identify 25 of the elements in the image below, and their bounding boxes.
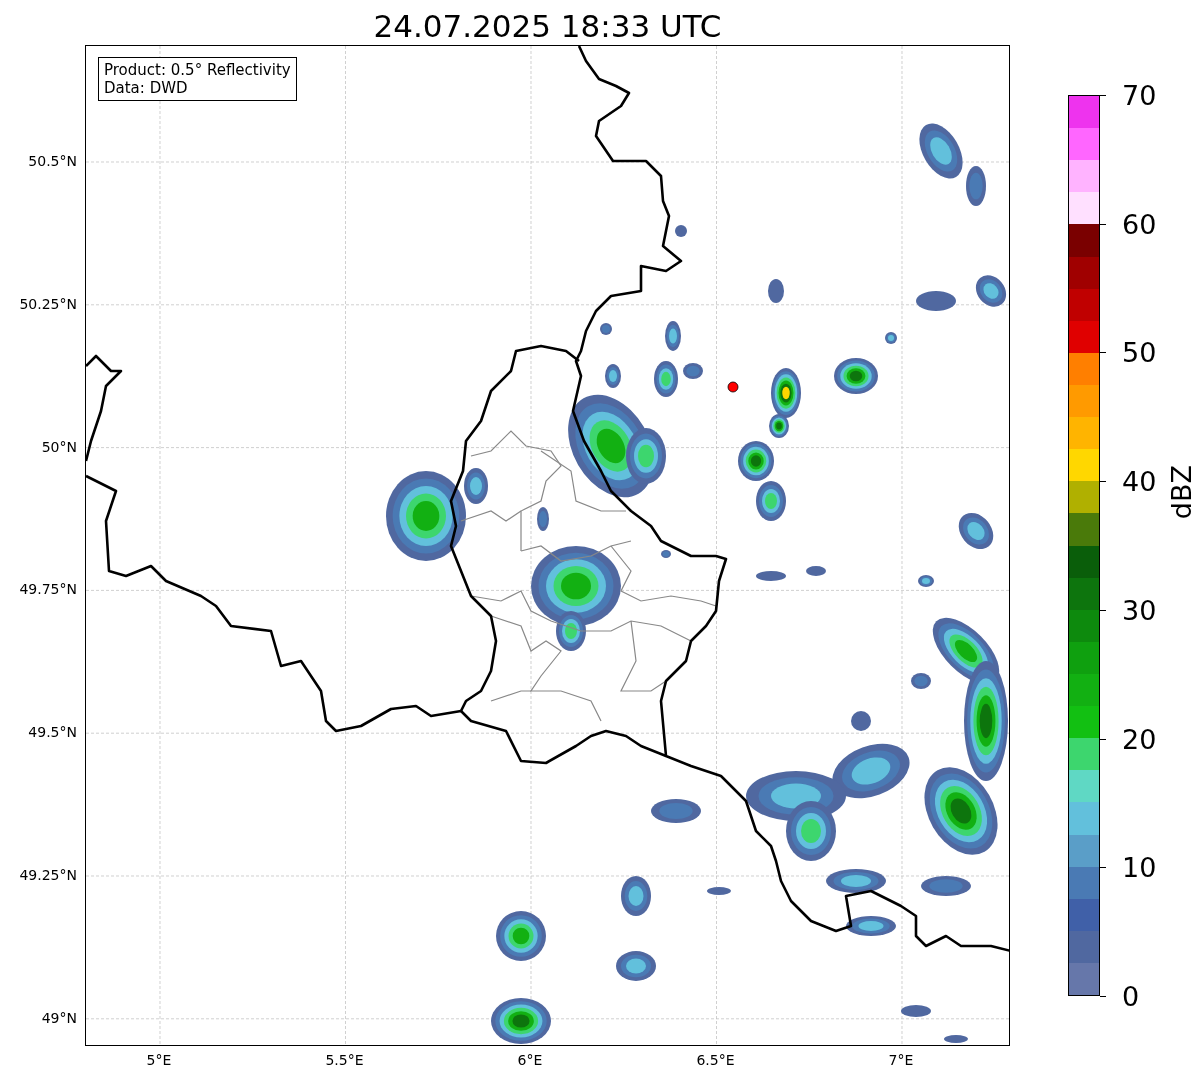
legend-text: Data: DWD: [104, 79, 189, 97]
latitude-label: 50.5°N: [28, 153, 77, 169]
latitude-label: 49.25°N: [19, 867, 77, 883]
colorbar-tick-label: 70: [1122, 81, 1157, 109]
colorbar-tick-label: 60: [1122, 210, 1157, 238]
colorbar-tick-label: 20: [1122, 725, 1157, 753]
longitude-label: 5.5°E: [325, 1052, 364, 1068]
latitude-label: 49.5°N: [28, 724, 77, 741]
colorbar-tick-label: 30: [1122, 596, 1157, 624]
longitude-label: 6.5°E: [696, 1052, 735, 1068]
latitude-label: 50.25°N: [19, 295, 77, 312]
latitude-label: 50°N: [41, 438, 77, 455]
colorbar-tick-label: 0: [1122, 982, 1140, 1010]
chart-title: 24.07.2025 18:33 UTC: [373, 11, 722, 45]
latitude-label: 49°N: [41, 1009, 77, 1026]
colorbar-label: dBZ: [1166, 465, 1198, 520]
longitude-label: 6°E: [517, 1052, 543, 1068]
latitude-label: 49.75°N: [19, 581, 77, 598]
colorbar-tick-label: 40: [1122, 467, 1157, 495]
radar-site-marker: [727, 381, 739, 393]
colorbar-tick-label: 50: [1122, 338, 1157, 366]
legend-text: Product: 0.5° Reflectivity: [104, 61, 291, 79]
colorbar-tick-label: 10: [1122, 853, 1157, 881]
longitude-label: 7°E: [888, 1052, 914, 1068]
longitude-label: 5°E: [146, 1052, 172, 1068]
